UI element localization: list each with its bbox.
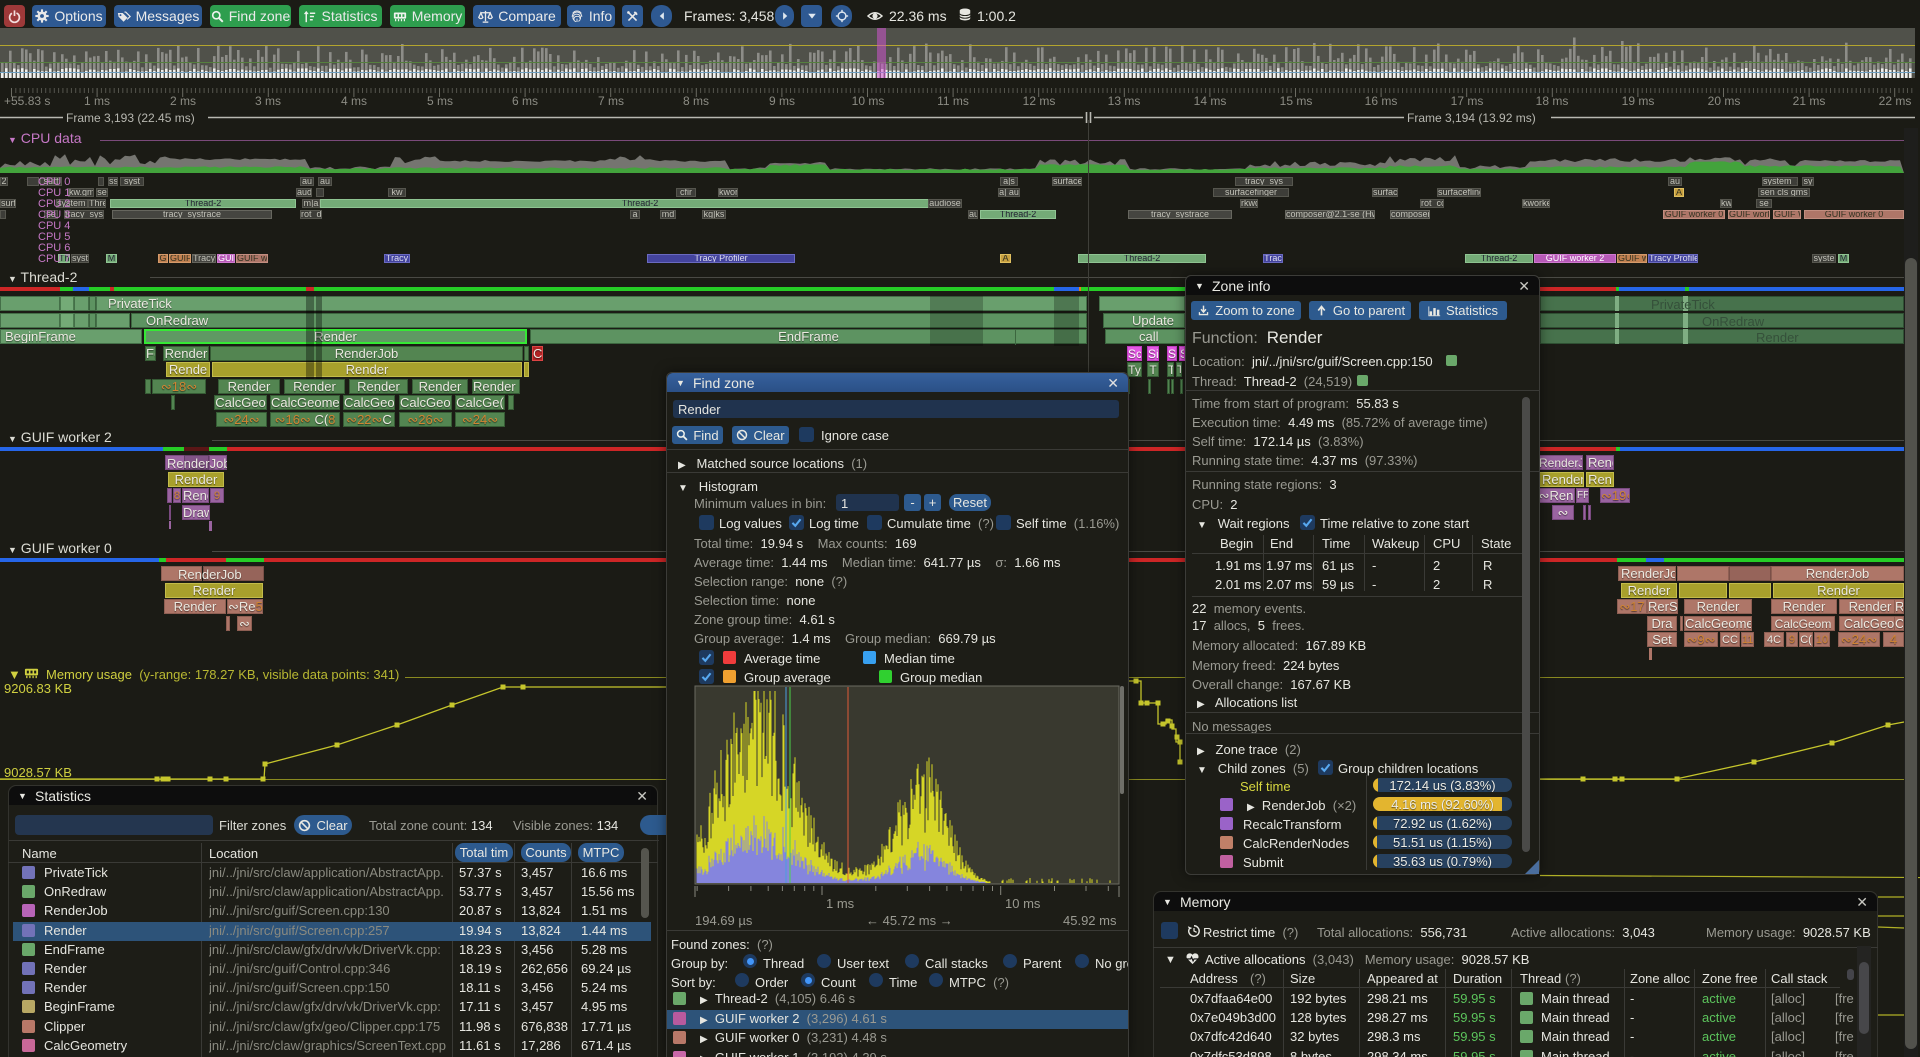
svg-text:10 ms: 10 ms bbox=[1005, 896, 1041, 911]
svg-text:1 ms: 1 ms bbox=[826, 896, 855, 911]
